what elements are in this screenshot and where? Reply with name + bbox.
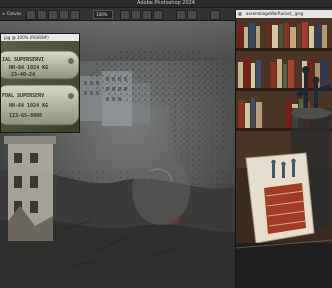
close-icon[interactable]	[238, 12, 242, 16]
figurines-window-titlebar[interactable]: assemblageWarRacket_.jpeg	[236, 10, 332, 18]
tool-option-1-button[interactable]	[26, 10, 36, 20]
zoom-field[interactable]: 100%	[93, 10, 113, 19]
tool-option-10-button[interactable]	[176, 10, 186, 20]
tool-option-9-button[interactable]	[153, 10, 163, 20]
tags-window-title[interactable]: .jpg @ 100% (RGB/8#)	[1, 34, 79, 41]
tool-option-12-button[interactable]	[210, 10, 220, 20]
tool-option-5-button[interactable]	[70, 10, 80, 20]
figurines-window-title: assemblageWarRacket_.jpeg	[246, 11, 304, 16]
tag-line-2: HH-64 1024 KG	[9, 65, 48, 71]
tags-document-window[interactable]: .jpg @ 100% (RGB/8#) IAL SUPERSERVI HH-6…	[0, 33, 80, 133]
tag-line-3: 23-40-24	[11, 72, 35, 78]
figurines-document-window[interactable]: assemblageWarRacket_.jpeg	[235, 10, 332, 288]
app-titlebar: Adobe Photoshop 2024	[0, 0, 332, 8]
tool-option-2-button[interactable]	[37, 10, 47, 20]
app-title: Adobe Photoshop 2024	[137, 0, 195, 6]
tool-option-6-button[interactable]	[120, 10, 130, 20]
figurines-image	[236, 18, 332, 288]
canvas-menu[interactable]: ≡ Canvas	[2, 10, 21, 18]
tool-option-4-button[interactable]	[59, 10, 69, 20]
tag-line-5: HH-64 1024 KG	[9, 103, 48, 109]
tool-option-3-button[interactable]	[48, 10, 58, 20]
tool-option-8-button[interactable]	[142, 10, 152, 20]
tool-option-7-button[interactable]	[131, 10, 141, 20]
tag-line-1: IAL SUPERSERVI	[2, 57, 44, 63]
dog-tags-image: IAL SUPERSERVI HH-64 1024 KG 23-40-24 FO…	[1, 41, 79, 132]
tag-line-4: FOAL SUPERSERV	[2, 93, 44, 99]
tag-line-6: 123-65-8000	[9, 113, 42, 119]
tool-option-11-button[interactable]	[187, 10, 197, 20]
